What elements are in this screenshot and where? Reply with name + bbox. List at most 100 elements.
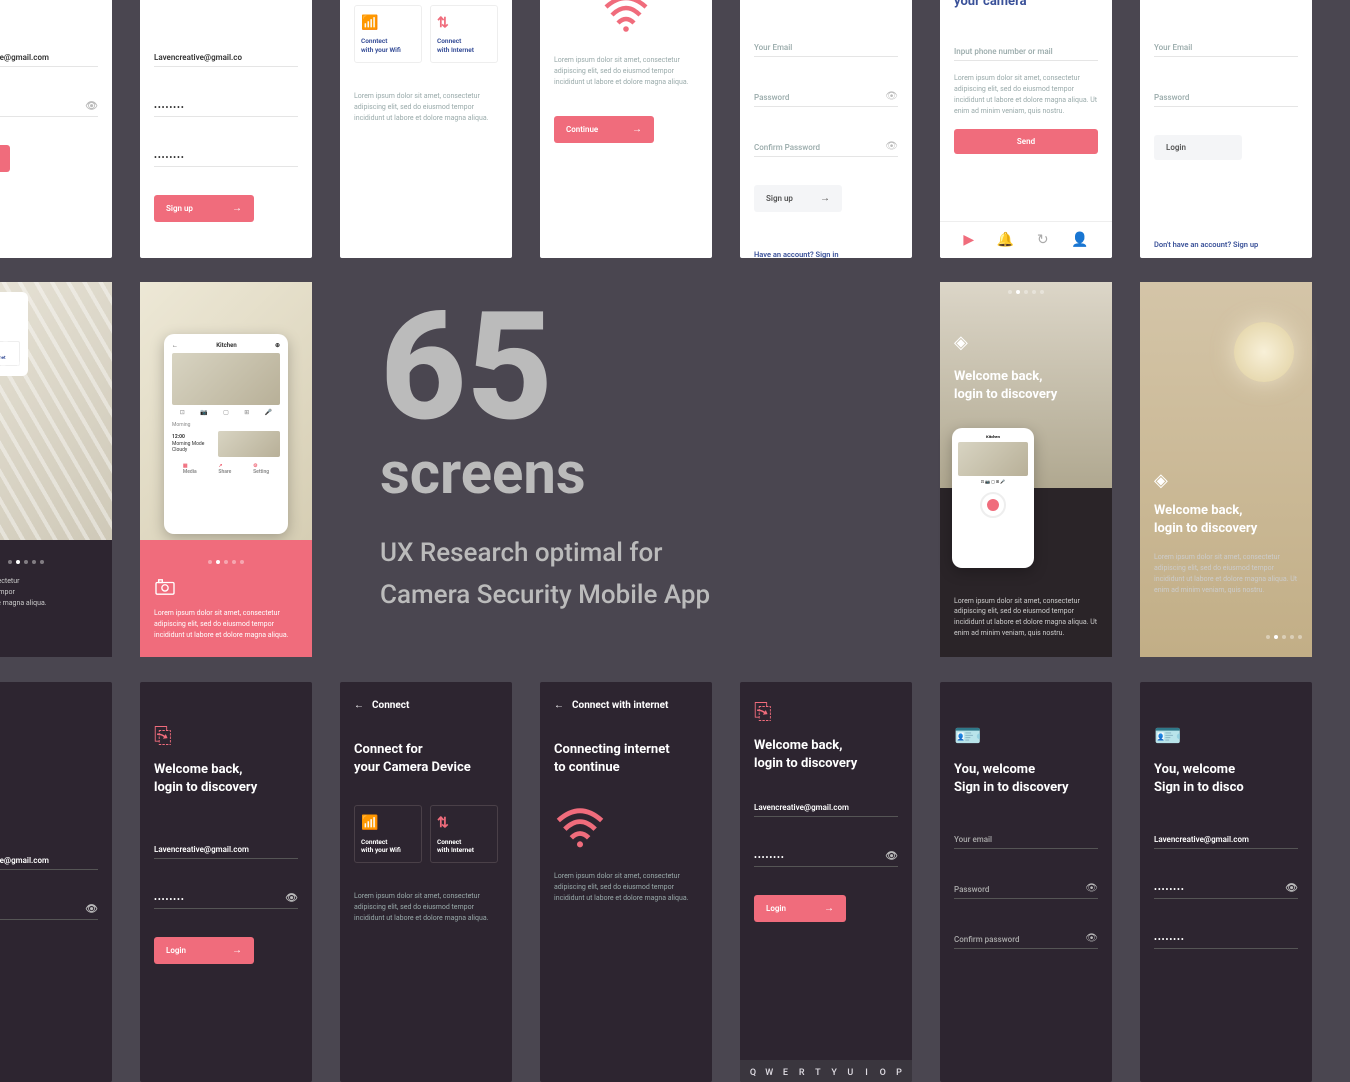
eye-icon[interactable]: 👁 (85, 101, 98, 112)
eye-icon[interactable]: 👁 (285, 893, 298, 904)
password-field[interactable]: ••••••••👁 (0, 95, 98, 117)
password-field[interactable]: ••••••••👁 (0, 898, 98, 920)
internet-icon: ⇅ (437, 814, 491, 832)
login-screen-partial: Lavencreative@gmail.com ••••••••👁 → an a… (0, 0, 112, 258)
dark-login-partial: back,to discovery Lavencreative@gmail.co… (0, 682, 112, 1082)
pager-dots (154, 554, 298, 570)
pager-dots (1266, 629, 1302, 645)
email-field[interactable]: Lavencreative@gmail.com (1154, 827, 1298, 849)
login-empty-screen: Your Email Password Login Don't have an … (1140, 0, 1312, 258)
tab-bar: ▶ 🔔 ↻ 👤 (940, 221, 1112, 258)
email-field[interactable]: Your Email (754, 35, 898, 57)
wifi-card[interactable]: 📶Conntectwith your Wifi (354, 805, 422, 863)
target-icon: ◈ (1154, 470, 1168, 491)
welcome-photo-screen-2: ◈ Welcome back,login to discovery Lorem … (1140, 282, 1312, 657)
internet-card[interactable]: ⇅Connectwith Internet (430, 805, 498, 863)
phone-mail-field[interactable]: Input phone number or mail (954, 39, 1098, 61)
camera-feed (172, 353, 280, 405)
confirm-field[interactable]: Confirm password👁 (954, 927, 1098, 949)
confirm-field[interactable]: •••••••• (1154, 927, 1298, 949)
wifi-large-icon (554, 805, 698, 859)
screen-title: Connect with internet (572, 700, 668, 711)
wifi-large-icon (554, 0, 698, 43)
play-icon[interactable]: ▶ (963, 232, 974, 248)
signup-link[interactable]: an account? Sign up (0, 250, 98, 258)
password-field[interactable]: Password👁 (754, 85, 898, 107)
id-card-icon: 🪪 (1154, 724, 1298, 749)
password-field[interactable]: •••••••• (154, 95, 298, 117)
eye-icon[interactable]: 👁 (1085, 933, 1098, 944)
login-button[interactable]: Login (1154, 135, 1242, 160)
bell-icon[interactable]: 🔔 (997, 232, 1014, 248)
profile-icon[interactable]: 👤 (1071, 232, 1088, 248)
caption-text: Lorem ipsum dolor sit amet, consectetur … (1154, 552, 1298, 595)
eye-icon[interactable]: 👁 (885, 851, 898, 862)
eye-icon[interactable]: 👁 (885, 141, 898, 152)
email-field[interactable]: Lavencreative@gmail.com (0, 848, 98, 870)
description-text: Lorem ipsum dolor sit amet, consectetur … (354, 91, 498, 124)
welcome-title: Welcome back,login to discovery (954, 368, 1057, 404)
internet-card[interactable]: ⇅Connectwith Internet (430, 5, 498, 63)
welcome-title: Welcome back,login to discovery (754, 737, 898, 773)
camera-send-screen: your camera Input phone number or mail L… (940, 0, 1112, 258)
send-button[interactable]: Send (954, 129, 1098, 154)
eye-icon[interactable]: 👁 (885, 91, 898, 102)
target-icon: ◈ (954, 332, 968, 353)
continue-button[interactable]: Continue→ (554, 116, 654, 143)
phone-mockup: ←Kitchen⊕ ⊡📷▢⊞🎤 Morning 12:00Morning Mod… (164, 334, 288, 534)
connect-card-overlay: Connect Connect for your Camera Device 📶… (0, 292, 28, 376)
connect-heading: Connect foryour Camera Device (354, 741, 498, 777)
login-button[interactable]: Login→ (154, 937, 254, 964)
email-field[interactable]: Lavencreative@gmail.co (154, 45, 298, 67)
back-icon[interactable]: ← (354, 700, 364, 711)
email-field[interactable]: Your Email (1154, 35, 1298, 57)
welcome-photo-screen-1: ◈ Welcome back,login to discovery Kitche… (940, 282, 1112, 657)
signin-link[interactable]: Have an account? Sign in (754, 250, 898, 258)
caption-footer: Lorem ipsum dolor sit amet, consectetur … (140, 540, 312, 657)
password-field[interactable]: ••••••••👁 (1154, 877, 1298, 899)
password-field[interactable]: ••••••••👁 (154, 887, 298, 909)
confirm-field[interactable]: •••••••• (154, 145, 298, 167)
password-field[interactable]: Password👁 (954, 877, 1098, 899)
onboarding-photo-screen-1: Connect Connect for your Camera Device 📶… (0, 282, 112, 657)
pager-dots (0, 554, 98, 570)
internet-icon: ⇅ (437, 14, 491, 32)
description-text: Lorem ipsum dolor sit amet, consectetur … (554, 871, 698, 904)
enter-icon: ⎘ (754, 700, 898, 725)
refresh-icon[interactable]: ↻ (1037, 232, 1049, 248)
enter-icon: ⎘ (154, 724, 298, 749)
arrow-icon: → (824, 903, 834, 914)
eye-icon[interactable]: 👁 (85, 904, 98, 915)
back-icon: ← (172, 342, 178, 349)
signup-screen: Lavencreative@gmail.co •••••••• ••••••••… (140, 0, 312, 258)
wifi-connecting-screen: Lorem ipsum dolor sit amet, consectetur … (540, 0, 712, 258)
dark-login-keyboard-screen: ⎘ Welcome back,login to discovery Lavenc… (740, 682, 912, 1082)
screen-title: Connect (372, 700, 409, 711)
email-field[interactable]: Lavencreative@gmail.com (754, 795, 898, 817)
email-field[interactable]: Your email (954, 827, 1098, 849)
eye-icon[interactable]: 👁 (1085, 883, 1098, 894)
wifi-card[interactable]: 📶Conntectwith your Wifi (354, 5, 422, 63)
toolbar-icons: ⊡📷▢⊞🎤 (172, 409, 280, 416)
signup-link[interactable]: Don't have an account? Sign up (1154, 240, 1298, 249)
email-field[interactable]: Lavencreative@gmail.com (154, 837, 298, 859)
login-button[interactable]: → (0, 145, 10, 172)
signup-button[interactable]: Sign up→ (154, 195, 254, 222)
keyboard[interactable]: QWERTYUIOP (740, 1060, 912, 1082)
confirm-field[interactable]: Confirm Password👁 (754, 135, 898, 157)
signup-form-screen: Your Email Password👁 Confirm Password👁 S… (740, 0, 912, 258)
arrow-icon: → (232, 203, 242, 214)
connecting-heading: Connecting internetto continue (554, 741, 698, 777)
password-field[interactable]: Password (1154, 85, 1298, 107)
caption-text: Lorem ipsum dolor sit amet, consectetur … (154, 608, 298, 641)
welcome-title: Welcome back,login to discovery (1154, 502, 1257, 538)
login-button[interactable]: Login→ (754, 895, 846, 922)
back-icon[interactable]: ← (554, 700, 564, 711)
email-field[interactable]: Lavencreative@gmail.com (0, 45, 98, 67)
eye-icon[interactable]: 👁 (1285, 883, 1298, 894)
password-field[interactable]: ••••••••👁 (754, 845, 898, 867)
more-icon: ⊕ (275, 342, 280, 349)
description-text: Lorem ipsum dolor sit amet, consectetur … (354, 891, 498, 924)
arrow-icon: → (820, 193, 830, 204)
signup-button[interactable]: Sign up→ (754, 185, 842, 212)
